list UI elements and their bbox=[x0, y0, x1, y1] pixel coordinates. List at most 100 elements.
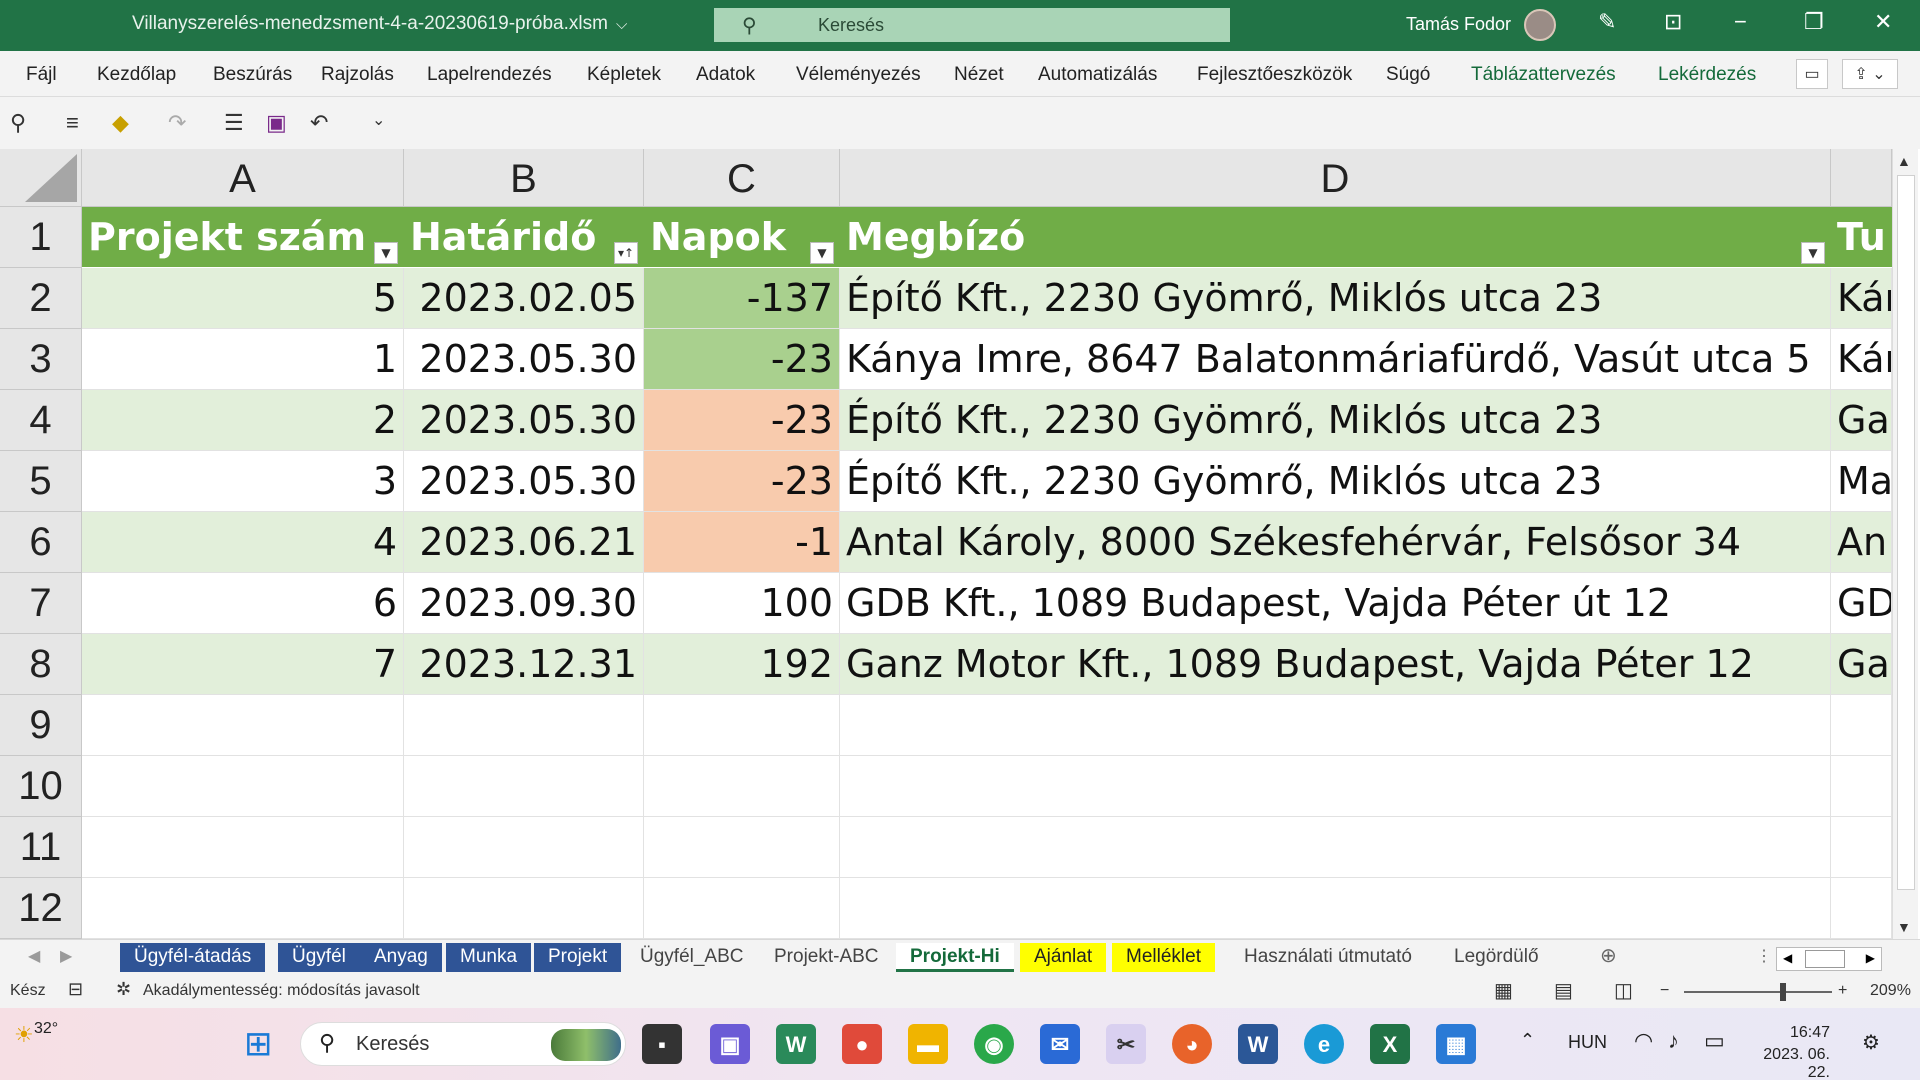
table-cell[interactable]: 2 bbox=[82, 390, 404, 451]
empty-cell[interactable] bbox=[840, 756, 1831, 817]
tab-home[interactable]: Kezdőlap bbox=[97, 64, 176, 86]
tab-developer[interactable]: Fejlesztőeszközök bbox=[1197, 64, 1352, 86]
calendar-icon[interactable]: ▦ bbox=[1436, 1024, 1476, 1064]
table-cell[interactable]: Építő Kft., 2230 Gyömrő, Miklós utca 23 bbox=[840, 390, 1831, 451]
add-sheet-icon[interactable]: ⊕ bbox=[1600, 943, 1617, 968]
page-layout-icon[interactable]: ▤ bbox=[1554, 978, 1573, 1003]
empty-cell[interactable] bbox=[1831, 756, 1892, 817]
sheet-tab[interactable]: Használati útmutató bbox=[1230, 943, 1426, 972]
empty-cell[interactable] bbox=[1831, 695, 1892, 756]
edge-icon[interactable]: e bbox=[1304, 1024, 1344, 1064]
row-header[interactable]: 11 bbox=[0, 817, 82, 878]
weather-icon[interactable]: ☀ bbox=[14, 1022, 34, 1048]
table-cell[interactable]: 192 bbox=[644, 634, 840, 695]
tab-data[interactable]: Adatok bbox=[696, 64, 755, 86]
search-box[interactable]: ⚲ Keresés bbox=[714, 8, 1230, 42]
row-header[interactable]: 8 bbox=[0, 634, 82, 695]
chrome-icon[interactable]: ◉ bbox=[974, 1024, 1014, 1064]
table-cell[interactable]: 5 bbox=[82, 268, 404, 329]
search-icon[interactable]: ⚲ bbox=[10, 110, 26, 136]
column-header-e[interactable] bbox=[1831, 149, 1892, 207]
sheet-tab[interactable]: Anyag bbox=[360, 943, 442, 972]
sheet-tab-active[interactable]: Projekt-Hi bbox=[896, 943, 1014, 972]
table-cell[interactable]: 3 bbox=[82, 451, 404, 512]
empty-cell[interactable] bbox=[840, 878, 1831, 939]
table-cell[interactable]: Ganz Motor Kft., 1089 Budapest, Vajda Pé… bbox=[840, 634, 1831, 695]
filter-dropdown-icon[interactable]: ▼ bbox=[1801, 242, 1825, 264]
filter-dropdown-icon[interactable]: ▼ bbox=[810, 242, 834, 264]
start-icon[interactable]: ⊞ bbox=[244, 1024, 273, 1064]
sheet-tab[interactable]: Ügyfél_ABC bbox=[626, 943, 758, 972]
zoom-level[interactable]: 209% bbox=[1870, 982, 1911, 1000]
table-header-cell[interactable]: Tu bbox=[1831, 207, 1892, 268]
table-cell[interactable]: GD bbox=[1831, 573, 1892, 634]
table-header-cell[interactable]: Megbízó ▼ bbox=[840, 207, 1831, 268]
comments-icon[interactable]: ▭ bbox=[1796, 59, 1828, 89]
empty-cell[interactable] bbox=[1831, 878, 1892, 939]
empty-cell[interactable] bbox=[82, 695, 404, 756]
empty-cell[interactable] bbox=[644, 817, 840, 878]
lines-icon[interactable]: ☰ bbox=[224, 110, 244, 136]
column-header-c[interactable]: C bbox=[644, 149, 840, 207]
more-icon[interactable]: ⋮ bbox=[1756, 946, 1772, 966]
empty-cell[interactable] bbox=[404, 756, 644, 817]
undo-icon[interactable]: ↶ bbox=[310, 110, 328, 136]
scroll-left-icon[interactable]: ◀ bbox=[1783, 951, 1792, 965]
tab-page-layout[interactable]: Lapelrendezés bbox=[427, 64, 552, 86]
column-header-b[interactable]: B bbox=[404, 149, 644, 207]
camera-icon[interactable]: ● bbox=[842, 1024, 882, 1064]
wifi-icon[interactable]: ◠ bbox=[1634, 1028, 1653, 1054]
table-cell[interactable]: 2023.05.30 bbox=[404, 451, 644, 512]
table-header-cell[interactable]: Napok ▼ bbox=[644, 207, 840, 268]
row-header[interactable]: 12 bbox=[0, 878, 82, 939]
row-header[interactable]: 9 bbox=[0, 695, 82, 756]
row-header[interactable]: 3 bbox=[0, 329, 82, 390]
task-view-icon[interactable]: ▪ bbox=[642, 1024, 682, 1064]
restore-icon[interactable]: ❐ bbox=[1804, 9, 1824, 35]
snipping-tool-icon[interactable]: ✂ bbox=[1106, 1024, 1146, 1064]
empty-cell[interactable] bbox=[404, 695, 644, 756]
empty-cell[interactable] bbox=[404, 878, 644, 939]
tab-table-design[interactable]: Táblázattervezés bbox=[1471, 64, 1616, 86]
tab-view[interactable]: Nézet bbox=[954, 64, 1004, 86]
tab-file[interactable]: Fájl bbox=[26, 64, 57, 86]
minimize-icon[interactable]: − bbox=[1734, 9, 1747, 35]
mail-icon[interactable]: ✉ bbox=[1040, 1024, 1080, 1064]
page-break-icon[interactable]: ◫ bbox=[1614, 978, 1633, 1003]
empty-cell[interactable] bbox=[82, 878, 404, 939]
user-name[interactable]: Tamás Fodor bbox=[1406, 14, 1511, 35]
table-cell[interactable]: Ma bbox=[1831, 451, 1892, 512]
row-header[interactable]: 10 bbox=[0, 756, 82, 817]
table-cell[interactable]: Antal Károly, 8000 Székesfehérvár, Felső… bbox=[840, 512, 1831, 573]
table-cell[interactable]: An bbox=[1831, 512, 1892, 573]
fill-color-icon[interactable]: ◆ bbox=[112, 110, 129, 136]
empty-cell[interactable] bbox=[840, 695, 1831, 756]
table-cell[interactable]: 7 bbox=[82, 634, 404, 695]
save-icon[interactable]: ▣ bbox=[266, 110, 287, 136]
tab-help[interactable]: Súgó bbox=[1386, 64, 1430, 86]
table-cell[interactable]: -1 bbox=[644, 512, 840, 573]
tab-review[interactable]: Véleményezés bbox=[796, 64, 921, 86]
zoom-in-icon[interactable]: + bbox=[1838, 982, 1847, 1000]
sheet-tab[interactable]: Melléklet bbox=[1112, 943, 1215, 972]
macro-icon[interactable]: ⊟ bbox=[68, 979, 83, 1000]
normal-view-icon[interactable]: ▦ bbox=[1494, 978, 1513, 1003]
empty-cell[interactable] bbox=[82, 756, 404, 817]
filter-dropdown-icon[interactable]: ▼ bbox=[374, 242, 398, 264]
table-cell[interactable]: 2023.12.31 bbox=[404, 634, 644, 695]
table-cell[interactable]: Építő Kft., 2230 Gyömrő, Miklós utca 23 bbox=[840, 451, 1831, 512]
ws-app-icon[interactable]: W bbox=[776, 1024, 816, 1064]
zoom-slider-thumb[interactable] bbox=[1780, 983, 1786, 1001]
scroll-right-icon[interactable]: ▶ bbox=[1866, 951, 1875, 965]
accessibility-icon[interactable]: ✲ bbox=[116, 979, 131, 1000]
file-name[interactable]: Villanyszerelés-menedzsment-4-a-20230619… bbox=[132, 13, 627, 35]
clock[interactable]: 16:47 2023. 06. 22. bbox=[1750, 1024, 1830, 1086]
tab-query[interactable]: Lekérdezés bbox=[1658, 64, 1756, 86]
sheet-tab[interactable]: Ügyfél bbox=[278, 943, 360, 972]
empty-cell[interactable] bbox=[1831, 817, 1892, 878]
table-cell[interactable]: Építő Kft., 2230 Gyömrő, Miklós utca 23 bbox=[840, 268, 1831, 329]
table-cell[interactable]: -23 bbox=[644, 451, 840, 512]
table-cell[interactable]: 6 bbox=[82, 573, 404, 634]
sheet-tab[interactable]: Projekt bbox=[534, 943, 622, 972]
table-cell[interactable]: Kár bbox=[1831, 329, 1892, 390]
